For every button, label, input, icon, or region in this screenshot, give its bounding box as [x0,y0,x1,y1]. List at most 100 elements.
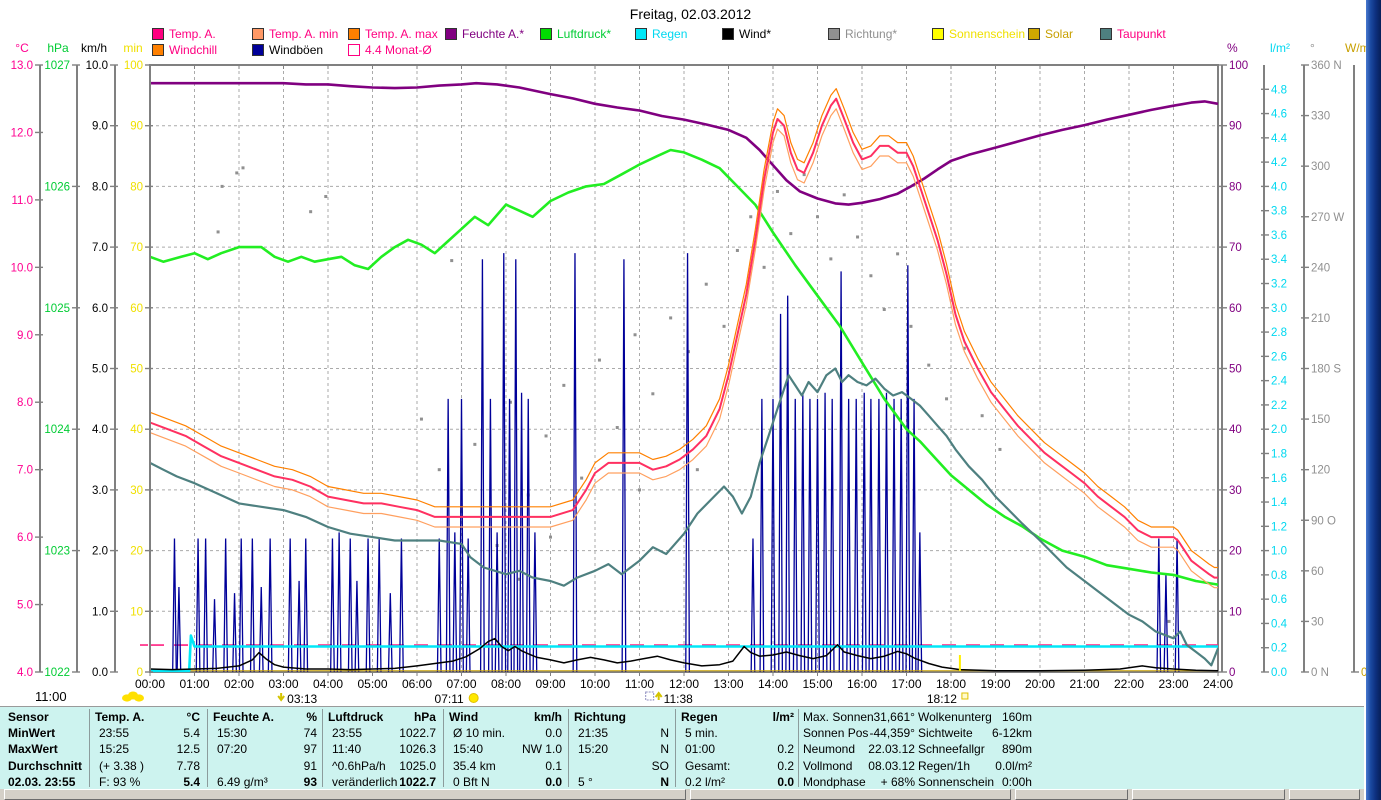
direction-dot [869,274,873,278]
status-bar-segment [1131,789,1285,800]
direction-dot [762,265,766,269]
series-windboeen [861,392,867,673]
direction-dot [615,426,619,430]
table-group-unit: °C [186,710,200,724]
series-windboeen [354,580,360,673]
series-windboeen [800,392,806,673]
series-windboeen [621,259,627,673]
series-windboeen [487,398,493,673]
status-bar-segment [1288,789,1360,800]
direction-dot [544,434,548,438]
table-cell: 93 [303,774,317,789]
table-separator [89,709,90,787]
chart-plot[interactable]: °C 13.0 12.0 11.0 10.0 9.0 8.0 7.0 6.0 5.0 4.0 hPa 1… [0,0,1381,706]
axis-tick-label: 3.0 [92,485,108,497]
axis-tick-label: 60 [130,303,143,315]
astro-marker-sunset: 18:12 [927,692,957,706]
axis-tick-label: 0.0 [92,667,108,679]
table-info-value: 890m [1001,742,1032,757]
series-windboeen [853,398,859,673]
table-cell: 91 [303,758,317,773]
axis-tick-label: 100 [124,60,143,72]
table-cell: 74 [303,726,317,741]
series-windboeen [249,538,255,673]
series-windboeen [513,259,519,673]
cloud-icon [134,694,144,702]
series-windboeen [330,538,335,673]
axis-unit-label: hPa [47,41,69,55]
table-group-unit: l/m² [772,710,794,724]
x-tick-label: 23:00 [1158,677,1188,691]
direction-dot [945,397,949,401]
axis-tick-label: 30 [1229,485,1242,497]
axis-tick-label: 13.0 [11,60,33,72]
direction-dot [580,476,584,480]
series-windboeen [829,398,835,673]
moonrise-box-icon [645,691,655,701]
table-info-value: 6-12km [991,726,1032,741]
series-windboeen [846,398,852,673]
direction-dot [633,333,637,337]
axis-tick-label: 40 [1229,424,1242,436]
x-tick-label: 16:00 [847,677,877,691]
series-windboeen [376,538,382,673]
table-cell: 5 min. [685,726,718,741]
direction-dot [816,215,819,219]
table-cell: 12.5 [176,742,200,757]
axis-tick-label: 180 S [1311,364,1341,376]
table-group-header: Luftdruck [328,710,384,724]
direction-dot [909,324,913,328]
series-windboeen [212,599,217,673]
weather-app-window: Freitag, 02.03.2012 Temp. A. Temp. A. min… [0,0,1381,800]
axis-tick-label: 1.8 [1271,448,1287,460]
direction-dot [220,184,224,188]
table-info-value: 22.03.12 [868,742,915,757]
axis-tick-label: 60 [1311,566,1324,578]
series-windboeen [172,538,177,673]
table-cell: 0.1 [545,758,562,773]
series-windboeen [347,538,353,673]
axis-tick-label: 80 [1229,181,1242,193]
axis-tick-label: 240 [1311,262,1330,274]
table-info-value: -44,359° [869,726,915,741]
table-cell: 1022.7 [399,774,436,789]
summary-table: Sensor MinWert MaxWert Durchschnitt 02.03. 2… [0,706,1364,790]
observation-time-label: 11:00 [35,689,67,704]
axis-tick-label: 10.0 [11,262,33,274]
axis-tick-label: 10.0 [86,60,108,72]
x-tick-label: 06:00 [402,677,432,691]
axis-unit-label: % [1227,41,1238,55]
table-group-unit: % [306,710,317,724]
axis-tick-label: 4.6 [1271,109,1287,121]
table-row-label: Durchschnitt [8,758,83,773]
series-windboeen [479,259,485,673]
axis-tick-label: 1.0 [92,606,108,618]
series-windboeen [807,398,813,673]
series-windboeen [258,587,264,673]
axis-tick-label: 360 N [1311,60,1342,72]
series-windboeen [232,593,237,673]
moonrise-arrow-icon [654,691,663,700]
direction-dot [980,414,984,418]
table-cell: N [660,726,669,741]
direction-dot [437,468,441,472]
direction-dot [896,252,900,256]
axis-tick-label: 70 [1229,242,1242,254]
table-info-value: 31,661° [873,710,915,724]
direction-dot [882,307,886,311]
axis-tick-label: 270 W [1311,212,1344,224]
axis-tick-label: 1.2 [1271,521,1287,533]
series-windboeen [336,532,342,673]
axis-tick-label: 0.0 [1271,667,1287,679]
series-windboeen [911,398,917,673]
series-windboeen [494,532,500,673]
table-cell: 7.78 [176,758,200,773]
x-tick-label: 09:00 [535,677,565,691]
axis-tick-label: 8.0 [17,397,33,409]
x-tick-label: 22:00 [1114,677,1144,691]
series-windboeen [778,313,784,673]
series-windboeen [750,538,756,673]
series-windboeen [296,580,302,673]
table-info-value: 0.0l/m² [995,758,1032,773]
table-group-header: Richtung [574,710,626,724]
